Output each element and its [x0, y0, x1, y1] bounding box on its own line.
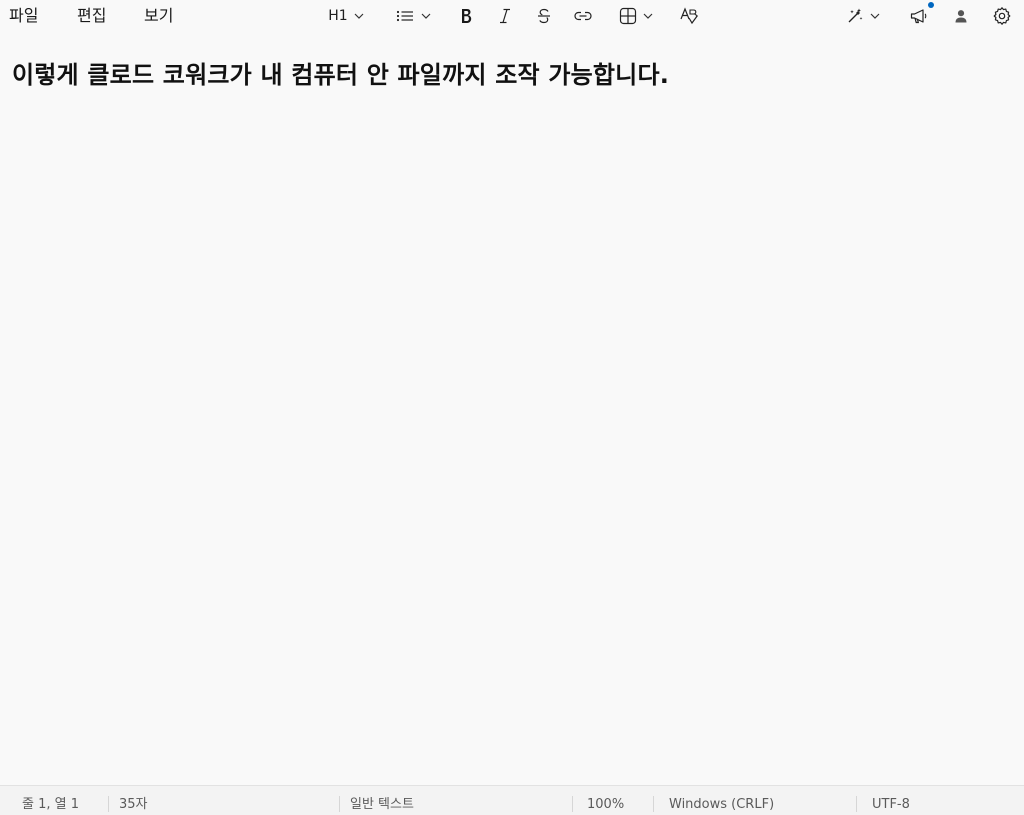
italic-icon [500, 8, 510, 24]
strikethrough-button[interactable] [534, 4, 554, 28]
chevron-down-icon [870, 13, 880, 19]
table-dropdown[interactable] [615, 4, 657, 28]
cursor-position: 줄 1, 열 1 [22, 797, 79, 812]
megaphone-icon [910, 9, 927, 24]
status-divider [856, 796, 857, 812]
strikethrough-icon [538, 8, 550, 24]
chevron-down-icon [421, 13, 431, 19]
copilot-dropdown[interactable] [842, 4, 884, 28]
menu-view[interactable]: 보기 [144, 0, 173, 33]
notepad-window: 파일 편집 보기 H1 이렇게 클로드 코워크가 내 컴퓨터 안 파일까지 조작… [0, 0, 1024, 815]
status-divider [653, 796, 654, 812]
copilot-icon [848, 8, 863, 23]
menu-file[interactable]: 파일 [9, 0, 38, 33]
gear-icon [993, 7, 1011, 25]
table-icon [619, 7, 637, 25]
link-icon [574, 11, 592, 21]
heading-dropdown[interactable]: H1 [324, 4, 368, 28]
account-button[interactable] [951, 4, 971, 28]
toolbar: 파일 편집 보기 H1 [0, 0, 1024, 33]
list-dropdown[interactable] [392, 4, 434, 28]
character-count: 35자 [119, 797, 148, 812]
heading-level-label: H1 [328, 8, 348, 24]
document-format[interactable]: 일반 텍스트 [350, 786, 414, 815]
status-divider [339, 796, 340, 812]
chevron-down-icon [354, 13, 364, 19]
clear-formatting-button[interactable] [678, 4, 700, 28]
encoding[interactable]: UTF-8 [872, 786, 910, 815]
line-ending[interactable]: Windows (CRLF) [669, 786, 774, 815]
status-divider [572, 796, 573, 812]
bold-icon [462, 9, 472, 23]
link-button[interactable] [572, 4, 594, 28]
zoom-level[interactable]: 100% [587, 786, 624, 815]
clear-formatting-icon [680, 7, 698, 25]
whats-new-button[interactable] [908, 4, 930, 28]
account-icon [955, 10, 967, 23]
document-heading[interactable]: 이렇게 클로드 코워크가 내 컴퓨터 안 파일까지 조작 가능합니다. [12, 55, 669, 90]
status-divider [108, 796, 109, 812]
list-icon [396, 10, 413, 22]
menu-edit[interactable]: 편집 [77, 0, 106, 33]
settings-button[interactable] [991, 4, 1013, 28]
status-bar: 줄 1, 열 1 35자 일반 텍스트 100% Windows (CRLF) … [0, 785, 1024, 815]
italic-button[interactable] [495, 4, 515, 28]
chevron-down-icon [643, 13, 653, 19]
notification-dot [928, 2, 934, 8]
text-editor[interactable]: 이렇게 클로드 코워크가 내 컴퓨터 안 파일까지 조작 가능합니다. [0, 33, 1024, 785]
bold-button[interactable] [456, 4, 476, 28]
